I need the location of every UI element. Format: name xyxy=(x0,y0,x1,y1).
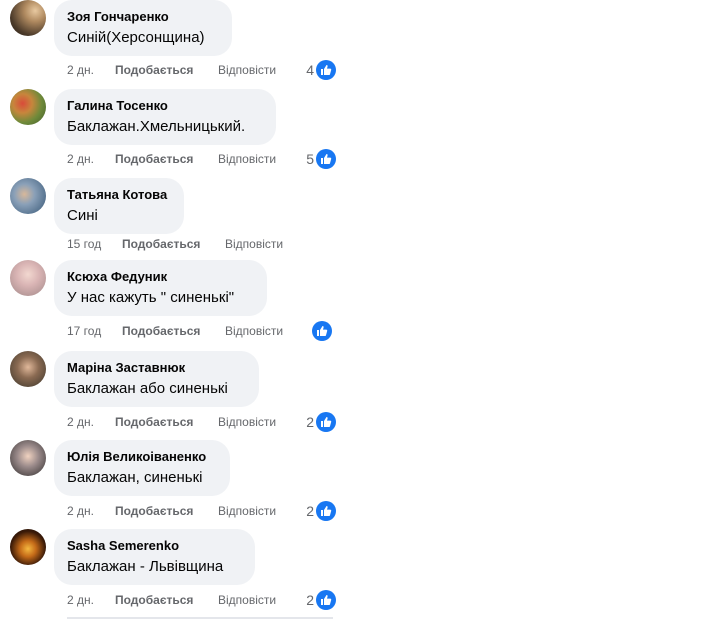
like-button[interactable]: Подобається xyxy=(122,236,200,252)
comment-text: Сині xyxy=(67,207,98,224)
reaction-count: 5 xyxy=(306,151,314,167)
avatar[interactable] xyxy=(10,0,46,36)
like-button[interactable]: Подобається xyxy=(115,62,193,78)
comment-text: Баклажан.Хмельницький. xyxy=(67,118,246,135)
like-button[interactable]: Подобається xyxy=(115,151,193,167)
comment-timestamp[interactable]: 15 год xyxy=(67,236,101,252)
avatar[interactable] xyxy=(10,260,46,296)
reaction-count: 2 xyxy=(306,414,314,430)
reaction-summary[interactable]: 4 xyxy=(300,60,336,80)
comment-text: Баклажан - Львівщина xyxy=(67,558,224,575)
comment-timestamp[interactable]: 2 дн. xyxy=(67,414,94,430)
comment-author[interactable]: Зоя Гончаренко xyxy=(67,9,219,25)
comment-timestamp[interactable]: 17 год xyxy=(67,323,101,339)
reaction-summary[interactable] xyxy=(312,321,332,341)
avatar[interactable] xyxy=(10,89,46,125)
thumbs-up-icon xyxy=(316,590,336,610)
reaction-summary[interactable]: 2 xyxy=(300,590,336,610)
thumbs-up-icon xyxy=(316,412,336,432)
comment-author[interactable]: Маріна Заставнюк xyxy=(67,360,246,376)
comment-bubble: Юлія Великоіваненко Баклажан, синенькі xyxy=(54,440,230,496)
comment-timestamp[interactable]: 2 дн. xyxy=(67,151,94,167)
avatar[interactable] xyxy=(10,178,46,214)
comment-timestamp[interactable]: 2 дн. xyxy=(67,62,94,78)
comment-author[interactable]: Галина Тосенко xyxy=(67,98,263,114)
like-button[interactable]: Подобається xyxy=(115,592,193,608)
comment-author[interactable]: Татьяна Котова xyxy=(67,187,171,203)
reply-button[interactable]: Відповісти xyxy=(218,62,276,78)
comment-bubble: Галина Тосенко Баклажан.Хмельницький. xyxy=(54,89,276,145)
comment-text: Баклажан або синенькі xyxy=(67,380,228,397)
reply-button[interactable]: Відповісти xyxy=(218,503,276,519)
comment-bubble: Зоя Гончаренко Синій(Херсонщина) xyxy=(54,0,232,56)
thumbs-up-icon xyxy=(312,321,332,341)
reply-button[interactable]: Відповісти xyxy=(225,323,283,339)
reply-button[interactable]: Відповісти xyxy=(218,414,276,430)
comment-timestamp[interactable]: 2 дн. xyxy=(67,503,94,519)
comment-bubble: Татьяна Котова Сині xyxy=(54,178,184,234)
comment-timestamp[interactable]: 2 дн. xyxy=(67,592,94,608)
thumbs-up-icon xyxy=(316,149,336,169)
reply-button[interactable]: Відповісти xyxy=(218,151,276,167)
avatar[interactable] xyxy=(10,529,46,565)
thumbs-up-icon xyxy=(316,60,336,80)
reply-button[interactable]: Відповісти xyxy=(218,592,276,608)
reaction-summary[interactable]: 2 xyxy=(300,412,336,432)
avatar[interactable] xyxy=(10,351,46,387)
thumbs-up-icon xyxy=(316,501,336,521)
comment-bubble: Маріна Заставнюк Баклажан або синенькі xyxy=(54,351,259,407)
reaction-summary[interactable]: 2 xyxy=(300,501,336,521)
reaction-count: 4 xyxy=(306,62,314,78)
comment-author[interactable]: Sasha Semerenko xyxy=(67,538,242,554)
comment-text: У нас кажуть " синенькі" xyxy=(67,289,235,306)
comment-author[interactable]: Ксюха Федуник xyxy=(67,269,254,285)
like-button[interactable]: Подобається xyxy=(122,323,200,339)
comment-text: Баклажан, синенькі xyxy=(67,469,203,486)
comment-bubble: Ксюха Федуник У нас кажуть " синенькі" xyxy=(54,260,267,316)
comment-text: Синій(Херсонщина) xyxy=(67,29,205,46)
avatar[interactable] xyxy=(10,440,46,476)
reaction-summary[interactable]: 5 xyxy=(300,149,336,169)
reaction-count: 2 xyxy=(306,503,314,519)
reaction-count: 2 xyxy=(306,592,314,608)
like-button[interactable]: Подобається xyxy=(115,414,193,430)
like-button[interactable]: Подобається xyxy=(115,503,193,519)
reply-button[interactable]: Відповісти xyxy=(225,236,283,252)
comment-bubble: Sasha Semerenko Баклажан - Львівщина xyxy=(54,529,255,585)
comment-author[interactable]: Юлія Великоіваненко xyxy=(67,449,217,465)
